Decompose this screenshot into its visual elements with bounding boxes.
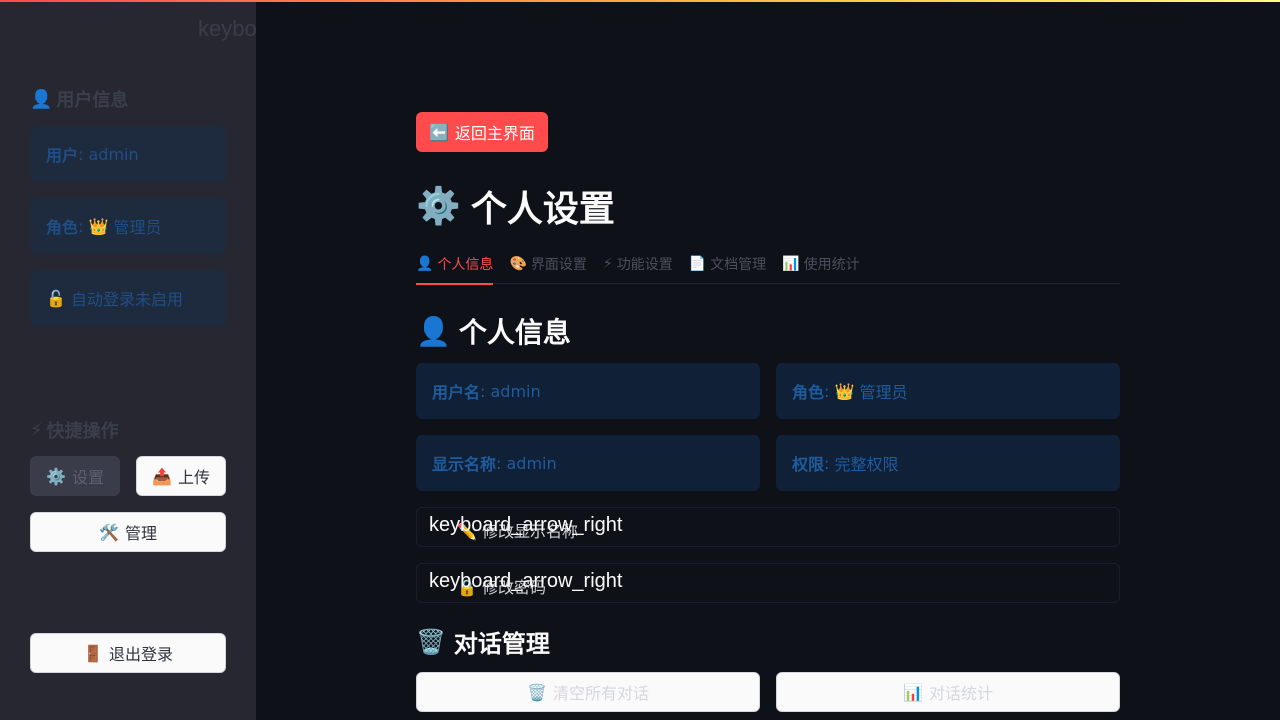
user-icon: 👤: [416, 314, 451, 348]
edit-display-name-expander[interactable]: ✏️ 修改显示名称 keyboard_arrow_right: [416, 507, 1120, 547]
chevron-right-icon: keyboard_arrow_right: [429, 570, 623, 592]
role-value: 管理员: [113, 218, 162, 237]
chat-stats-label: 对话统计: [928, 684, 993, 703]
upload-icon: 📤: [152, 466, 172, 486]
role-card: 角色: 👑 管理员: [776, 363, 1120, 419]
back-arrow-icon: ⬅️: [429, 122, 449, 142]
change-password-expander[interactable]: 🔒 修改密码 keyboard_arrow_right: [416, 563, 1120, 603]
permission-label: 权限: [792, 455, 825, 474]
tab-usage-stats[interactable]: 📊 使用统计: [782, 244, 859, 284]
sidebar-quick-actions-title: 快捷操作: [46, 421, 119, 442]
sidebar-user-card: 用户: admin: [30, 126, 226, 182]
chat-stats-button[interactable]: 📊 对话统计: [776, 672, 1120, 712]
back-button-label: 返回主界面: [454, 124, 535, 143]
tab-label: 文档管理: [710, 257, 767, 273]
tab-label: 个人信息: [437, 257, 494, 273]
clear-chats-label: 清空所有对话: [552, 684, 649, 703]
collapse-sidebar-button[interactable]: keyboard_double_arrow_left: [198, 16, 256, 42]
role-value: 管理员: [859, 383, 908, 402]
main-content: ⬅️ 返回主界面 ⚙️ 个人设置 👤 个人信息 🎨 界面设置 ⚡ 功能设置 📄 …: [416, 0, 1120, 720]
crown-icon: 👑: [834, 381, 855, 401]
sidebar-user-info-heading: 👤 用户信息: [30, 86, 128, 112]
gear-icon: ⚙️: [46, 466, 66, 486]
settings-button[interactable]: ⚙️ 设置: [30, 456, 120, 496]
page-title: ⚙️ 个人设置: [416, 180, 615, 232]
palette-icon: 🎨: [509, 256, 527, 272]
clear-all-chats-button[interactable]: 🗑️ 清空所有对话: [416, 672, 760, 712]
auto-login-status: 自动登录未启用: [71, 290, 184, 309]
username-card: 用户名: admin: [416, 363, 760, 419]
role-label: 角色: [792, 383, 825, 402]
sidebar-quick-actions-heading: ⚡ 快捷操作: [30, 417, 119, 443]
tab-document-management[interactable]: 📄 文档管理: [689, 244, 766, 284]
lightning-icon: ⚡: [602, 256, 613, 272]
settings-button-label: 设置: [71, 468, 104, 487]
manage-button-label: 管理: [124, 524, 157, 543]
unlock-icon: 🔓: [46, 288, 66, 308]
settings-tabs: 👤 个人信息 🎨 界面设置 ⚡ 功能设置 📄 文档管理 📊 使用统计: [416, 244, 1120, 285]
user-icon: 👤: [30, 88, 53, 110]
chevron-right-icon: keyboard_arrow_right: [429, 514, 623, 536]
sidebar: keyboard_double_arrow_left 👤 用户信息 用户: ad…: [0, 0, 256, 720]
tab-interface-settings[interactable]: 🎨 界面设置: [509, 244, 586, 284]
upload-button-label: 上传: [177, 468, 210, 487]
role-label: 角色: [46, 218, 79, 237]
gear-icon: ⚙️: [416, 186, 461, 227]
personal-info-title: 个人信息: [458, 316, 571, 349]
display-name-value: admin: [506, 453, 557, 473]
sidebar-user-info-title: 用户信息: [56, 90, 129, 111]
tab-label: 界面设置: [530, 257, 587, 273]
document-icon: 📄: [688, 256, 707, 272]
user-value: admin: [88, 144, 139, 164]
user-label: 用户: [46, 146, 79, 165]
personal-info-heading: 👤 个人信息: [416, 311, 571, 351]
username-label: 用户名: [432, 383, 481, 402]
sidebar-role-card: 角色: 👑 管理员: [30, 198, 226, 254]
logout-button[interactable]: 🚪 退出登录: [30, 633, 226, 673]
user-icon: 👤: [416, 256, 434, 272]
trash-icon: 🗑️: [527, 682, 547, 702]
upload-button[interactable]: 📤 上传: [136, 456, 226, 496]
tab-personal-info[interactable]: 👤 个人信息: [416, 244, 494, 285]
chat-management-heading: 🗑️ 对话管理: [416, 624, 550, 659]
tools-icon: 🛠️: [99, 522, 119, 542]
manage-button[interactable]: 🛠️ 管理: [30, 512, 226, 552]
chart-icon: 📊: [782, 256, 800, 272]
permission-card: 权限: 完整权限: [776, 435, 1120, 491]
back-to-main-button[interactable]: ⬅️ 返回主界面: [416, 112, 548, 152]
page-title-text: 个人设置: [470, 189, 615, 230]
tab-feature-settings[interactable]: ⚡ 功能设置: [603, 244, 673, 284]
sidebar-auto-login-card: 🔓 自动登录未启用: [30, 270, 226, 326]
username-value: admin: [490, 381, 541, 401]
logout-button-label: 退出登录: [108, 645, 173, 664]
door-icon: 🚪: [83, 643, 103, 663]
trash-icon: 🗑️: [416, 627, 446, 656]
chat-management-title: 对话管理: [453, 630, 550, 658]
display-name-card: 显示名称: admin: [416, 435, 760, 491]
top-decoration-bar: [0, 0, 1280, 2]
tab-label: 使用统计: [803, 257, 860, 273]
tab-label: 功能设置: [616, 257, 673, 273]
crown-icon: 👑: [88, 216, 109, 236]
display-name-label: 显示名称: [432, 455, 497, 474]
lightning-icon: ⚡: [30, 419, 43, 441]
chart-icon: 📊: [903, 682, 923, 702]
permission-value: 完整权限: [834, 455, 899, 474]
